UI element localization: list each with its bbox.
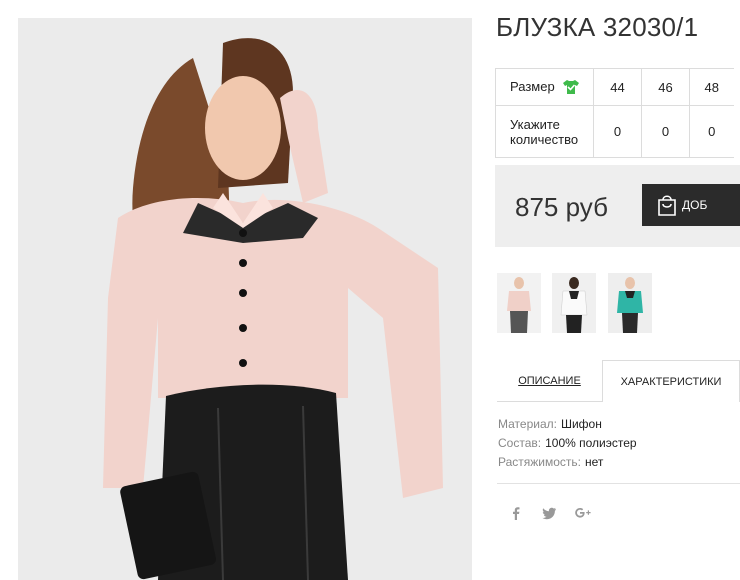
quantity-label-line1: Укажите	[510, 116, 560, 132]
tabs-divider	[497, 401, 602, 402]
facebook-icon[interactable]	[506, 505, 526, 523]
size-option-44[interactable]: 44	[593, 68, 642, 106]
quantity-label-cell: Укажите количество	[495, 105, 594, 158]
main-product-photo	[18, 18, 472, 580]
price: 875 руб	[515, 192, 608, 222]
quantity-input-48[interactable]: 0	[689, 105, 734, 158]
size-label: Размер	[510, 78, 555, 94]
quantity-input-44[interactable]: 0	[593, 105, 642, 158]
thumbnail-teal-blouse[interactable]	[608, 273, 652, 333]
thumbnail-pink-blouse[interactable]	[497, 273, 541, 333]
add-to-cart-button[interactable]: ДОБ	[642, 184, 740, 226]
size-option-48[interactable]: 48	[689, 68, 734, 106]
characteristic-row: Состав: 100% полиэстер	[498, 434, 637, 453]
size-quantity-table: Размер 44 46 48 Укажите количество 0 0 0	[495, 68, 734, 158]
price-box: 875 руб ДОБ	[495, 165, 740, 247]
size-option-46[interactable]: 46	[641, 68, 690, 106]
characteristic-key: Материал:	[498, 417, 557, 431]
twitter-icon[interactable]	[539, 505, 559, 523]
shopping-bag-icon	[658, 195, 676, 216]
shirt-icon[interactable]	[562, 79, 580, 95]
add-to-cart-label: ДОБ	[682, 198, 708, 212]
characteristic-value: Шифон	[560, 417, 602, 431]
size-label-cell: Размер	[495, 68, 594, 106]
tab-description[interactable]: ОПИСАНИЕ	[497, 360, 602, 402]
section-divider	[497, 483, 740, 484]
product-title: БЛУЗКА 32030/1	[496, 12, 699, 42]
thumbnail-white-blouse[interactable]	[552, 273, 596, 333]
characteristic-key: Растяжимость:	[498, 455, 582, 469]
characteristic-row: Материал: Шифон	[498, 415, 637, 434]
google-plus-icon[interactable]	[573, 505, 593, 523]
characteristic-row: Растяжимость: нет	[498, 453, 637, 472]
characteristics-list: Материал: Шифон Состав: 100% полиэстер Рас…	[498, 415, 637, 472]
quantity-label-line2: количество	[510, 131, 579, 147]
characteristic-value: 100% полиэстер	[545, 436, 637, 450]
quantity-input-46[interactable]: 0	[641, 105, 690, 158]
characteristic-value: нет	[585, 455, 604, 469]
tab-characteristics[interactable]: ХАРАКТЕРИСТИКИ	[602, 360, 740, 402]
characteristic-key: Состав:	[498, 436, 542, 450]
